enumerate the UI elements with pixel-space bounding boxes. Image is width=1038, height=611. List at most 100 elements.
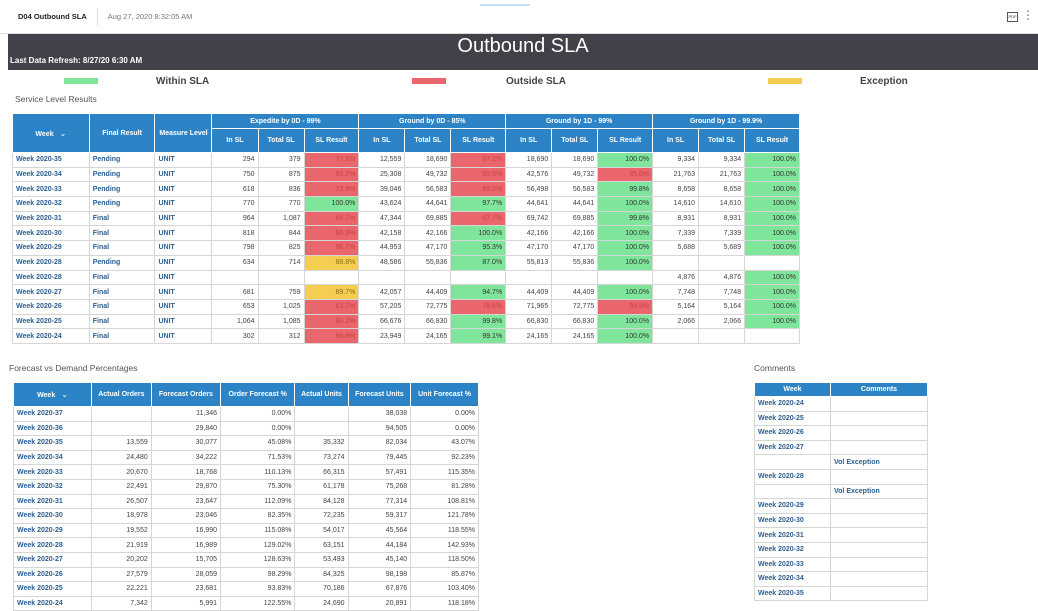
week-link[interactable]: Week 2020-34 [754,571,831,587]
week-link[interactable]: Week 2020-32 [12,196,90,212]
forecast-cell: 75,268 [347,478,412,495]
chevron-down-icon[interactable]: ⌄ [60,129,67,138]
final-result: Final [88,313,156,330]
sla-col-week-label: Week [35,130,54,138]
week-link[interactable]: Week 2020-27 [754,439,831,456]
sla-subheader: Total SL [698,128,746,153]
in-sl-cell: 56,498 [505,181,553,198]
comment-cell[interactable]: Vol Exception [830,483,928,500]
sla-col-week[interactable]: Week ⌄ [12,113,90,153]
forecast-cell: 30,077 [150,435,222,451]
comment-cell[interactable]: Vol Exception [830,454,928,470]
week-link[interactable]: Week 2020-36 [13,420,92,437]
measure-level: UNIT [154,196,213,212]
table-row: Week 2020-24 7,342 5,991 122.55% 24,690 20,89… [13,595,479,611]
last-refresh: Last Data Refresh: 8/27/20 6:30 AM [10,56,143,65]
comment-cell[interactable] [830,498,928,514]
week-link[interactable]: Week 2020-25 [754,410,831,427]
week-link[interactable]: Week 2020-29 [12,240,90,256]
week-link[interactable]: Week 2020-24 [12,328,90,344]
week-link[interactable]: Week 2020-27 [12,284,90,300]
in-sl-cell: 55,813 [505,254,553,271]
forecast-cell: 35,332 [294,435,349,451]
week-link[interactable]: Week 2020-34 [12,166,90,183]
week-link[interactable]: Week 2020-34 [13,449,92,466]
comment-cell[interactable] [830,556,928,573]
sl-result-cell: 100.0% [597,152,654,168]
total-sl-cell: 8,658 [698,181,746,198]
week-link[interactable]: Week 2020-31 [754,527,831,543]
week-link[interactable]: Week 2020-30 [12,225,90,242]
week-link[interactable]: Week 2020-26 [12,298,90,315]
week-link[interactable]: Week 2020-32 [13,478,92,495]
week-link[interactable]: Week 2020-35 [754,585,831,602]
total-sl-cell: 21,763 [698,166,746,183]
week-link[interactable]: Week 2020-29 [754,498,831,514]
in-sl-cell: 23,949 [358,328,406,344]
sl-result-cell: 100.0% [597,225,654,242]
forecast-cell: 23,647 [150,493,222,510]
week-link[interactable]: Week 2020-31 [13,493,92,510]
week-link[interactable]: Week 2020-28 [754,468,831,485]
comment-cell[interactable] [830,425,928,441]
week-link[interactable]: Week 2020-24 [754,396,831,412]
week-link[interactable]: Week 2020-26 [13,566,92,583]
table-row: Week 2020-35 Pending UNIT 294 379 77.6% 12,559… [12,152,800,168]
week-link[interactable]: Week 2020-33 [754,556,831,573]
exception-swatch [768,78,802,84]
comment-cell[interactable] [830,541,928,558]
chevron-down-icon[interactable]: ⌄ [61,390,68,399]
week-link[interactable]: Week 2020-37 [13,406,92,422]
week-link[interactable]: Week 2020-26 [754,425,831,441]
week-link[interactable]: Week 2020-35 [12,152,90,168]
in-sl-cell [652,254,700,271]
comment-cell[interactable] [830,571,928,587]
week-link[interactable]: Week 2020-30 [754,512,831,529]
forecast-col-header: Forecast Units [347,382,412,407]
final-result: Pending [88,152,156,168]
week-link[interactable]: Week 2020-28 [13,537,92,553]
week-link[interactable]: Week 2020-25 [13,581,92,597]
more-options-icon[interactable]: ⋮ [1022,9,1034,21]
week-link[interactable]: Week 2020-27 [13,551,92,568]
sla-col-final: Final Result [88,113,156,153]
comment-cell[interactable] [830,585,928,602]
sla-section-title: Service Level Results [15,94,97,104]
sl-result-cell: 96.8% [303,328,360,344]
comment-cell[interactable] [830,439,928,456]
comment-cell[interactable] [830,527,928,543]
week-link[interactable]: Week 2020-33 [12,181,90,198]
week-link[interactable]: Week 2020-30 [13,508,92,524]
week-link[interactable]: Week 2020-33 [13,464,92,480]
week-link[interactable]: Week 2020-28 [12,269,90,286]
week-link[interactable]: Week 2020-35 [13,435,92,451]
sl-result-cell: 94.7% [450,284,507,300]
in-sl-cell: 47,170 [505,240,553,256]
measure-level: UNIT [154,181,213,198]
measure-level: UNIT [154,210,213,227]
week-link[interactable]: Week 2020-25 [12,313,90,330]
week-link[interactable]: Week 2020-24 [13,595,92,611]
forecast-cell: 92.23% [410,449,479,466]
week-link[interactable]: Week 2020-28 [12,254,90,271]
forecast-col-header[interactable]: Week ⌄ [13,382,92,407]
forecast-cell: 98,198 [347,566,412,583]
in-sl-cell: 5,164 [652,298,700,315]
week-link[interactable]: Week 2020-31 [12,210,90,227]
week-link[interactable]: Week 2020-32 [754,541,831,558]
comment-cell[interactable] [830,512,928,529]
total-sl-cell: 24,165 [551,328,599,344]
pdf-export-icon[interactable]: PDF [1007,12,1018,22]
sl-result-cell: 100.0% [744,166,800,183]
table-row: Week 2020-33 Pending UNIT 618 836 73.9% 39,046… [12,181,800,198]
table-row: Week 2020-25 22,221 23,681 93.83% 70,186 67,8… [13,581,479,597]
table-row: Week 2020-30 Final UNIT 818 844 96.9% 42,158 42… [12,225,800,242]
in-sl-cell: 1,064 [211,313,259,330]
comment-cell[interactable] [830,468,928,485]
week-link[interactable]: Week 2020-29 [13,522,92,539]
comment-cell[interactable] [830,396,928,412]
comment-cell[interactable] [830,410,928,427]
sla-group-header: Ground by 0D - 85% [358,113,507,129]
forecast-cell: 121.78% [410,508,479,524]
in-sl-cell [652,328,700,344]
